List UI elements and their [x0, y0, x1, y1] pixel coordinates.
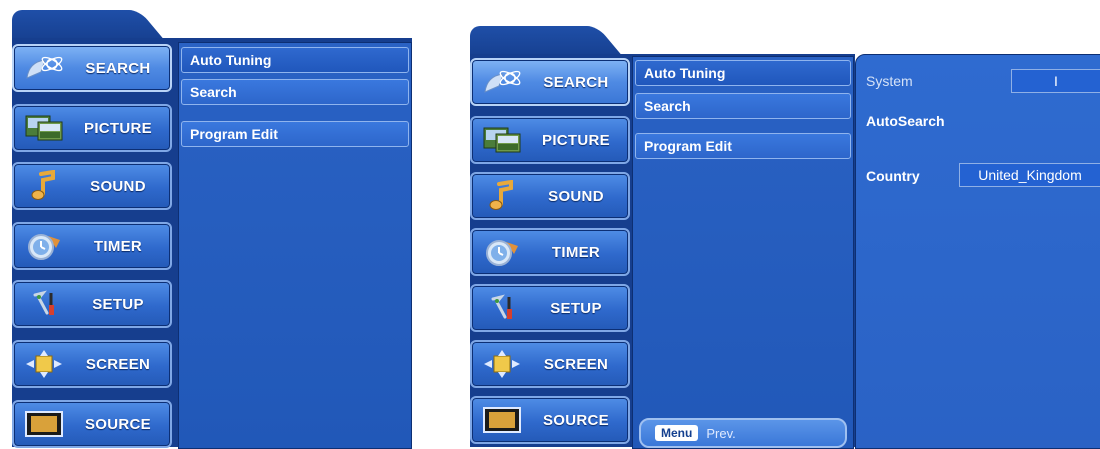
submenu-item-search[interactable]: Search: [635, 93, 851, 119]
nav-source-button[interactable]: SOURCE: [12, 400, 172, 448]
nav-search-label: SEARCH: [85, 59, 151, 77]
clock-icon: [480, 235, 524, 269]
nav-sound-button[interactable]: SOUND: [12, 162, 172, 210]
submenu-item-search[interactable]: Search: [181, 79, 409, 105]
nav-timer-label: TIMER: [551, 243, 601, 261]
nav-timer-button[interactable]: TIMER: [470, 228, 630, 276]
music-note-icon: [22, 169, 66, 203]
nav-setup-label: SETUP: [550, 299, 602, 317]
nav-search-label: SEARCH: [543, 73, 609, 91]
satellite-icon: [22, 51, 66, 85]
submenu-item-program-edit[interactable]: Program Edit: [181, 121, 409, 147]
nav-setup-button[interactable]: SETUP: [470, 284, 630, 332]
tv-menu-left: SEARCH PICTURE SOUND TIMER SETUP SCREEN: [12, 10, 412, 449]
system-value-field[interactable]: I: [1011, 69, 1100, 93]
search-submenu: Auto Tuning Search Program Edit: [178, 42, 412, 449]
prev-hint: Prev.: [706, 425, 736, 441]
nav-search-button[interactable]: SEARCH: [12, 44, 172, 92]
source-input-icon: [22, 407, 66, 441]
nav-timer-label: TIMER: [93, 237, 143, 255]
nav-picture-button[interactable]: PICTURE: [470, 116, 630, 164]
system-label: System: [866, 73, 913, 89]
tools-icon: [480, 291, 524, 325]
source-input-icon: [480, 403, 524, 437]
nav-source-button[interactable]: SOURCE: [470, 396, 630, 444]
nav-screen-label: SCREEN: [85, 355, 151, 373]
screen-arrows-icon: [480, 347, 524, 381]
nav-sound-label: SOUND: [548, 187, 604, 205]
nav-search-button[interactable]: SEARCH: [470, 58, 630, 106]
nav-picture-label: PICTURE: [542, 131, 610, 149]
nav-picture-button[interactable]: PICTURE: [12, 104, 172, 152]
nav-timer-button[interactable]: TIMER: [12, 222, 172, 270]
screen-arrows-icon: [22, 347, 66, 381]
auto-tuning-panel: System I AutoSearch Country United_Kingd…: [855, 54, 1100, 449]
satellite-icon: [480, 65, 524, 99]
menu-footer: Menu Prev.: [639, 418, 847, 448]
submenu-item-program-edit[interactable]: Program Edit: [635, 133, 851, 159]
submenu-item-auto-tuning[interactable]: Auto Tuning: [181, 47, 409, 73]
music-note-icon: [480, 179, 524, 213]
menu-key[interactable]: Menu: [655, 425, 699, 441]
tools-icon: [22, 287, 66, 321]
clock-icon: [22, 229, 66, 263]
nav-sound-label: SOUND: [90, 177, 146, 195]
picture-icon: [480, 123, 524, 157]
nav-screen-label: SCREEN: [543, 355, 609, 373]
nav-source-label: SOURCE: [543, 411, 609, 429]
tv-menu-right: SEARCH PICTURE SOUND TIMER SETUP SCREEN: [470, 26, 1100, 449]
nav-screen-button[interactable]: SCREEN: [470, 340, 630, 388]
picture-icon: [22, 111, 66, 145]
search-submenu: Auto Tuning Search Program Edit Menu Pre…: [632, 56, 854, 449]
nav-sound-button[interactable]: SOUND: [470, 172, 630, 220]
autosearch-label[interactable]: AutoSearch: [866, 113, 945, 129]
nav-screen-button[interactable]: SCREEN: [12, 340, 172, 388]
nav-setup-button[interactable]: SETUP: [12, 280, 172, 328]
country-value-field[interactable]: United_Kingdom: [959, 163, 1100, 187]
nav-setup-label: SETUP: [92, 295, 144, 313]
submenu-item-auto-tuning[interactable]: Auto Tuning: [635, 60, 851, 86]
nav-picture-label: PICTURE: [84, 119, 152, 137]
country-label: Country: [866, 168, 920, 184]
nav-source-label: SOURCE: [85, 415, 151, 433]
